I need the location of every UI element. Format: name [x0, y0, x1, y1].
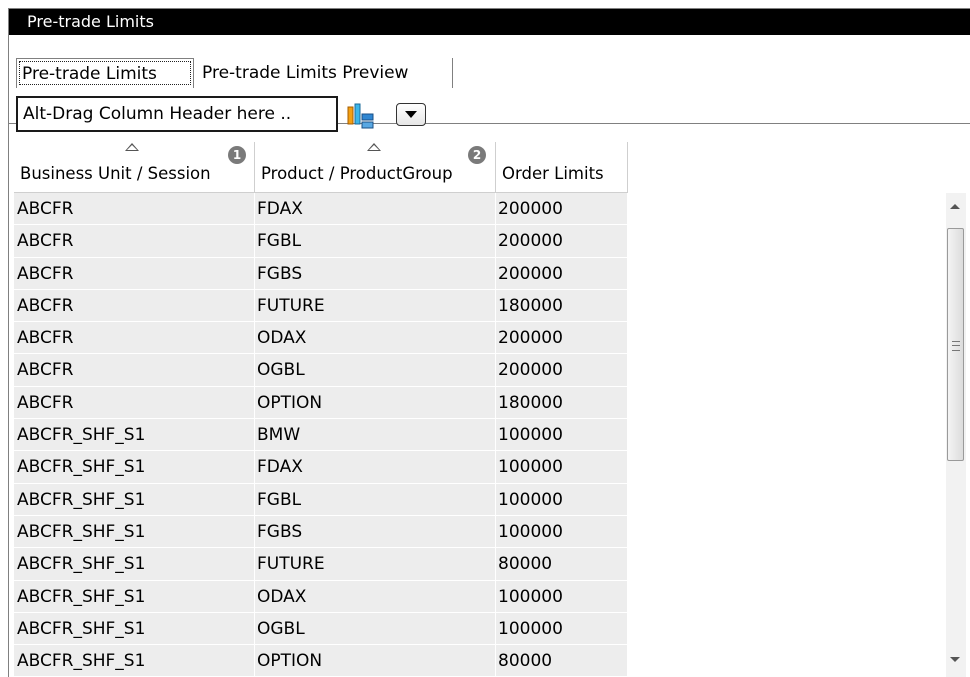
cell-business-unit: ABCFR [14, 354, 255, 387]
sort-order-badge: 2 [468, 146, 486, 164]
scrollbar-thumb[interactable] [947, 228, 964, 461]
cell-product: OGBL [255, 612, 496, 646]
cell-business-unit: ABCFR [14, 322, 255, 355]
grouping-dropdown-button[interactable] [396, 103, 426, 126]
cell-product: OPTION [255, 645, 496, 677]
table-body: ABCFR FDAX 200000 ABCFR FGBL 200000 ABCFR FGBS 2… [14, 193, 628, 677]
tab-strip: Pre-trade Limits Pre-trade Limits Previe… [9, 35, 970, 124]
cell-order-limit: 180000 [496, 289, 628, 323]
cell-order-limit: 80000 [496, 548, 628, 581]
column-header-label: Product / ProductGroup [261, 164, 453, 183]
group-by-placeholder: Alt-Drag Column Header here .. [23, 104, 292, 124]
grip-icon [952, 341, 960, 351]
cell-product: OPTION [255, 386, 496, 420]
table-row[interactable]: ABCFR_SHF_S1 FGBL 100000 [14, 483, 628, 516]
table-row[interactable]: ABCFR FDAX 200000 [14, 193, 628, 226]
cell-product: BMW [255, 419, 496, 452]
cell-order-limit: 100000 [496, 419, 628, 452]
cell-order-limit: 100000 [496, 483, 628, 516]
cell-business-unit: ABCFR [14, 289, 255, 323]
scroll-up-arrow-icon[interactable] [950, 204, 960, 209]
column-header-label: Order Limits [502, 164, 604, 183]
cell-order-limit: 100000 [496, 612, 628, 646]
table-row[interactable]: ABCFR OPTION 180000 [14, 386, 628, 420]
scroll-down-arrow-icon[interactable] [950, 657, 960, 662]
cell-order-limit: 180000 [496, 386, 628, 420]
tab-label: Pre-trade Limits Preview [202, 63, 409, 83]
column-header-label: Business Unit / Session [20, 164, 211, 183]
sort-order-badge: 1 [228, 146, 246, 164]
sort-ascending-icon [367, 143, 381, 151]
cell-business-unit: ABCFR [14, 225, 255, 258]
table-row[interactable]: ABCFR OGBL 200000 [14, 354, 628, 387]
cell-product: FUTURE [255, 289, 496, 323]
cell-business-unit: ABCFR_SHF_S1 [14, 419, 255, 452]
group-columns-icon[interactable] [344, 100, 378, 134]
table-row[interactable]: ABCFR_SHF_S1 FGBS 100000 [14, 515, 628, 549]
table-row[interactable]: ABCFR FGBS 200000 [14, 257, 628, 290]
panel-title: Pre-trade Limits [27, 12, 154, 31]
table-row[interactable]: ABCFR FGBL 200000 [14, 225, 628, 258]
tab-label: Pre-trade Limits [19, 61, 191, 85]
cell-order-limit: 200000 [496, 354, 628, 387]
cell-order-limit: 100000 [496, 451, 628, 484]
cell-order-limit: 100000 [496, 515, 628, 549]
table-row[interactable]: ABCFR FUTURE 180000 [14, 289, 628, 323]
cell-product: FGBL [255, 225, 496, 258]
table-row[interactable]: ABCFR_SHF_S1 OPTION 80000 [14, 645, 628, 677]
cell-product: FGBS [255, 515, 496, 549]
cell-product: ODAX [255, 322, 496, 355]
cell-order-limit: 80000 [496, 645, 628, 677]
cell-product: FUTURE [255, 548, 496, 581]
column-header-product[interactable]: 2 Product / ProductGroup [255, 142, 496, 193]
sort-ascending-icon [125, 143, 139, 151]
panel-title-bar: Pre-trade Limits [9, 9, 970, 35]
chevron-down-icon [405, 111, 417, 118]
group-by-drop-area[interactable]: Alt-Drag Column Header here .. [16, 96, 338, 132]
cell-order-limit: 200000 [496, 225, 628, 258]
table-row[interactable]: ABCFR ODAX 200000 [14, 322, 628, 355]
cell-product: FDAX [255, 193, 496, 226]
cell-business-unit: ABCFR_SHF_S1 [14, 580, 255, 613]
cell-order-limit: 200000 [496, 322, 628, 355]
cell-product: FGBS [255, 257, 496, 290]
tab-pre-trade-limits-preview[interactable]: Pre-trade Limits Preview [195, 58, 453, 88]
column-header-order-limits[interactable]: Order Limits [496, 142, 628, 193]
tab-pre-trade-limits[interactable]: Pre-trade Limits [16, 58, 194, 88]
vertical-scrollbar[interactable] [946, 193, 966, 677]
cell-business-unit: ABCFR [14, 193, 255, 226]
table-row[interactable]: ABCFR_SHF_S1 FDAX 100000 [14, 451, 628, 484]
table-row[interactable]: ABCFR_SHF_S1 OGBL 100000 [14, 612, 628, 646]
cell-business-unit: ABCFR [14, 386, 255, 420]
cell-business-unit: ABCFR_SHF_S1 [14, 483, 255, 516]
cell-product: ODAX [255, 580, 496, 613]
cell-order-limit: 200000 [496, 193, 628, 226]
cell-business-unit: ABCFR_SHF_S1 [14, 612, 255, 646]
table-row[interactable]: ABCFR_SHF_S1 FUTURE 80000 [14, 548, 628, 581]
cell-business-unit: ABCFR_SHF_S1 [14, 515, 255, 549]
cell-product: FDAX [255, 451, 496, 484]
table-row[interactable]: ABCFR_SHF_S1 BMW 100000 [14, 419, 628, 452]
table-row[interactable]: ABCFR_SHF_S1 ODAX 100000 [14, 580, 628, 613]
cell-product: FGBL [255, 483, 496, 516]
cell-business-unit: ABCFR_SHF_S1 [14, 548, 255, 581]
cell-business-unit: ABCFR_SHF_S1 [14, 645, 255, 677]
cell-order-limit: 200000 [496, 257, 628, 290]
column-header-business-unit[interactable]: 1 Business Unit / Session [14, 142, 255, 193]
table-header: 1 Business Unit / Session 2 Product / Pr… [14, 142, 628, 193]
cell-business-unit: ABCFR_SHF_S1 [14, 451, 255, 484]
cell-product: OGBL [255, 354, 496, 387]
cell-business-unit: ABCFR [14, 257, 255, 290]
cell-order-limit: 100000 [496, 580, 628, 613]
